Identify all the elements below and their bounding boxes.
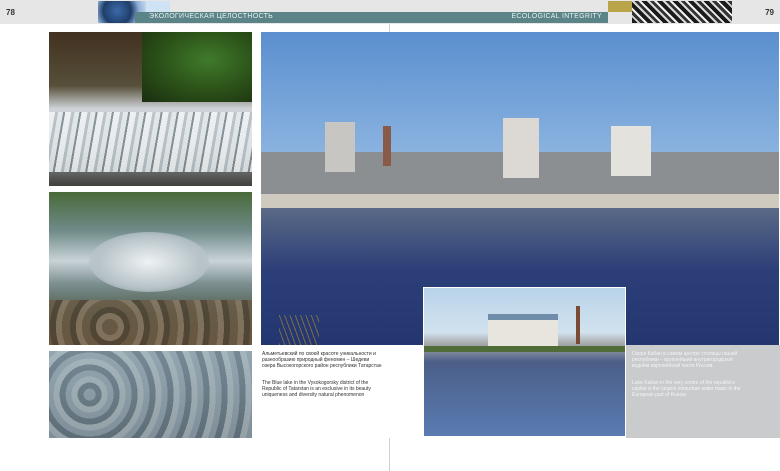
right-section-title: ECOLOGICAL INTEGRITY: [511, 13, 602, 20]
tower-block: [325, 122, 355, 172]
church-spire: [383, 126, 391, 166]
stadium-building: [488, 314, 558, 348]
caption-en-right: Lake Kaban in the very centre of the rep…: [632, 380, 741, 398]
caption-ru-right: Озеро Кабан в самом центре столицы нашей…: [632, 351, 738, 369]
embankment: [261, 194, 779, 208]
magazine-spread: 78 79 ЭКОЛОГИЧЕСКАЯ ЦЕЛОСТНОСТЬ ECOLOGIC…: [0, 0, 780, 471]
right-section-bar: ECOLOGICAL INTEGRITY: [390, 12, 608, 23]
caption-en-left: The Blue lake in the Vysokogorsky distri…: [262, 380, 371, 398]
stream-stones-photo: [49, 351, 252, 438]
green-shore: [424, 346, 625, 352]
reed-grass: [279, 315, 319, 345]
rapids-area: [49, 112, 252, 172]
cloud-reflection: [89, 232, 209, 292]
gold-color-block: [608, 1, 632, 12]
pond-reflection-photo: [49, 192, 252, 345]
tower-block: [503, 118, 539, 178]
water-film: [49, 351, 252, 438]
left-section-bar: ЭКОЛОГИЧЕСКАЯ ЦЕЛОСТНОСТЬ: [135, 12, 390, 23]
waterfall-photo: [49, 32, 252, 186]
embankment-stadium-photo: [423, 287, 626, 437]
left-page-number: 78: [6, 8, 15, 17]
tower-block: [611, 126, 651, 176]
chimney: [576, 306, 580, 344]
pattern-thumbnail: [632, 1, 732, 23]
sky-thumbnail: [146, 1, 170, 12]
caption-ru-left: Альметьевский по своей красоте уникально…: [262, 351, 382, 369]
foliage-area: [142, 32, 252, 102]
shore-rocks: [49, 300, 252, 345]
left-section-title: ЭКОЛОГИЧЕСКАЯ ЦЕЛОСТНОСТЬ: [149, 13, 274, 20]
right-page-number: 79: [765, 8, 774, 17]
